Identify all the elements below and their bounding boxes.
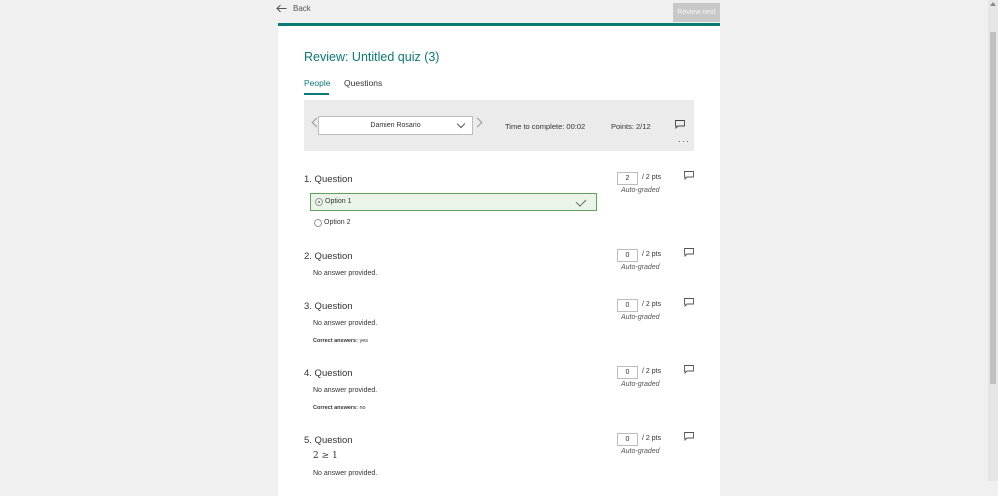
option-row-1: Option 1: [310, 193, 597, 211]
correct-answers-value: no: [359, 405, 366, 411]
score-input[interactable]: 0: [617, 366, 638, 379]
score-input[interactable]: 0: [617, 433, 638, 446]
comment-icon[interactable]: [684, 171, 694, 180]
grading-type: Auto-graded: [621, 187, 660, 194]
back-label: Back: [293, 4, 311, 13]
scroll-thumb[interactable]: [990, 32, 996, 384]
points-total: / 2 pts: [642, 251, 662, 258]
radio-button: [315, 198, 323, 206]
respondent-select[interactable]: Damien Rosario: [318, 116, 473, 135]
correct-answers-value: yes: [359, 338, 369, 344]
top-bar: Back Review next: [0, 0, 988, 24]
next-respondent-chevron-icon[interactable]: [472, 117, 483, 128]
option-label: Option 1: [325, 198, 352, 205]
grading-type: Auto-graded: [621, 381, 660, 388]
no-answer-text: No answer provided.: [313, 320, 378, 327]
option-row-2: Option 2: [310, 215, 597, 233]
question-math-expression: 2 ≥ 1: [313, 451, 338, 461]
question-title: 4. Question: [304, 368, 353, 379]
radio-button: [314, 219, 322, 227]
more-icon[interactable]: ···: [678, 137, 690, 146]
correct-answers-label: Correct answers:: [313, 405, 358, 411]
points-total: / 2 pts: [642, 435, 662, 442]
scroll-up-arrow-icon[interactable]: [990, 2, 996, 6]
comment-icon[interactable]: [684, 248, 694, 257]
correct-answers: Correct answers: yes: [313, 338, 368, 344]
no-answer-text: No answer provided.: [313, 270, 378, 277]
correct-answers: Correct answers: no: [313, 405, 366, 411]
review-next-button[interactable]: Review next: [673, 3, 720, 22]
no-answer-text: No answer provided.: [313, 470, 378, 477]
question-title: 2. Question: [304, 251, 353, 262]
question-title: 3. Question: [304, 301, 353, 312]
check-icon: [575, 196, 587, 207]
active-tab-indicator: [304, 93, 329, 95]
grading-type: Auto-graded: [621, 448, 660, 455]
points-total: / 2 pts: [642, 174, 662, 181]
review-card: Review: Untitled quiz (3) People Questio…: [278, 23, 720, 496]
back-button[interactable]: Back: [276, 4, 311, 13]
tab-people[interactable]: People: [304, 78, 330, 88]
score-input[interactable]: 2: [617, 172, 638, 185]
comment-icon[interactable]: [684, 298, 694, 307]
grading-type: Auto-graded: [621, 314, 660, 321]
tab-questions[interactable]: Questions: [344, 78, 382, 88]
score-input[interactable]: 0: [617, 249, 638, 262]
comment-icon[interactable]: [684, 432, 694, 441]
time-to-complete: Time to complete: 00:02: [505, 122, 586, 131]
score-input[interactable]: 0: [617, 299, 638, 312]
comment-icon[interactable]: [675, 120, 685, 129]
page-title: Review: Untitled quiz (3): [304, 50, 440, 64]
question-title: 5. Question: [304, 435, 353, 446]
chevron-down-icon: [456, 119, 466, 129]
respondent-panel: Damien Rosario Time to complete: 00:02 P…: [304, 100, 694, 151]
arrow-left-icon: [276, 4, 287, 13]
points-summary: Points: 2/12: [611, 122, 651, 131]
grading-type: Auto-graded: [621, 264, 660, 271]
no-answer-text: No answer provided.: [313, 387, 378, 394]
respondent-name: Damien Rosario: [370, 122, 421, 129]
points-total: / 2 pts: [642, 301, 662, 308]
points-total: / 2 pts: [642, 368, 662, 375]
option-label: Option 2: [324, 219, 351, 226]
comment-icon[interactable]: [684, 365, 694, 374]
scrollbar[interactable]: [988, 0, 998, 481]
correct-answers-label: Correct answers:: [313, 338, 358, 344]
question-title: 1. Question: [304, 174, 353, 185]
